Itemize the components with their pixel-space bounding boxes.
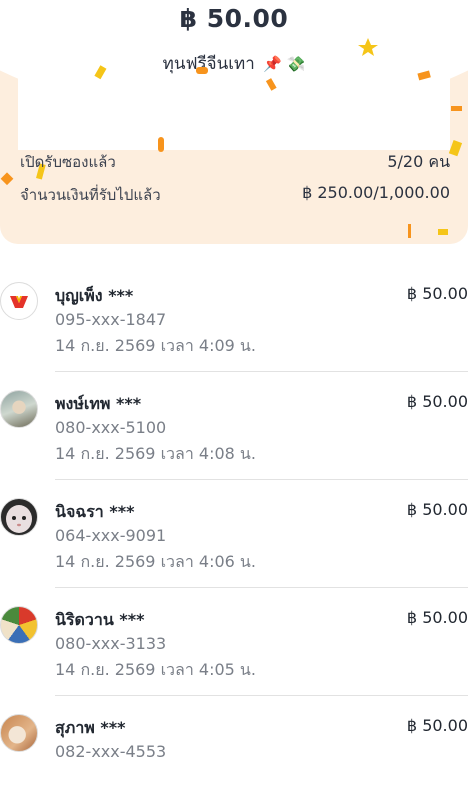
confetti-piece: [0, 172, 14, 186]
recipient-name: บุญเพ็ง ***: [55, 286, 134, 305]
cat-photo-icon: [0, 714, 38, 752]
envelope-summary-panel: ฿ 50.00 ทุนฟรีจีนเทา 📌 💸 เปิดรับซองแล้ว …: [0, 0, 468, 244]
person-photo-icon: [0, 390, 38, 428]
recipient-amount: ฿ 50.00: [406, 500, 468, 519]
recipient-amount: ฿ 50.00: [406, 716, 468, 735]
list-item[interactable]: บุญเพ็ง *** ฿ 50.00 095-xxx-1847 14 ก.ย.…: [0, 270, 468, 378]
recipient-time: 14 ก.ย. 2569 เวลา 4:09 น.: [55, 336, 256, 355]
list-item[interactable]: สุภาพ *** ฿ 50.00 082-xxx-4553: [0, 702, 468, 810]
recipient-phone: 080-xxx-5100: [55, 418, 167, 437]
confetti-piece: [94, 65, 107, 80]
claimed-amount-label: จำนวนเงินที่รับไปแล้ว: [20, 186, 161, 204]
divider: [55, 479, 468, 480]
confetti-piece: [448, 140, 463, 157]
list-item[interactable]: นิริดวาน *** ฿ 50.00 080-xxx-3133 14 ก.ย…: [0, 594, 468, 702]
recipient-amount: ฿ 50.00: [406, 608, 468, 627]
opened-envelopes-value: 5/20 คน: [387, 152, 450, 171]
recipient-time: 14 ก.ย. 2569 เวลา 4:05 น.: [55, 660, 256, 679]
confetti-star-icon: [358, 38, 378, 56]
divider: [55, 695, 468, 696]
claimed-amount-row: จำนวนเงินที่รับไปแล้ว ฿ 250.00/1,000.00: [20, 183, 450, 207]
divider: [55, 371, 468, 372]
recipient-name: สุภาพ ***: [55, 718, 126, 737]
list-item[interactable]: พงษ์เทพ *** ฿ 50.00 080-xxx-5100 14 ก.ย.…: [0, 378, 468, 486]
opened-envelopes-row: เปิดรับซองแล้ว 5/20 คน: [20, 150, 450, 175]
recipient-phone: 064-xxx-9091: [55, 526, 167, 545]
recipient-amount: ฿ 50.00: [406, 392, 468, 411]
recipient-amount: ฿ 50.00: [406, 284, 468, 303]
confetti-decoration: [0, 38, 463, 238]
recipient-time: 14 ก.ย. 2569 เวลา 4:06 น.: [55, 552, 256, 571]
cartoon-avatar-icon: [0, 606, 38, 644]
recipient-time: 14 ก.ย. 2569 เวลา 4:08 น.: [55, 444, 256, 463]
confetti-piece: [451, 106, 462, 111]
list-item[interactable]: นิจฉรา *** ฿ 50.00 064-xxx-9091 14 ก.ย. …: [0, 486, 468, 594]
recipient-phone: 082-xxx-4553: [55, 742, 167, 761]
confetti-piece: [196, 67, 208, 74]
brand-logo-icon: [0, 282, 38, 320]
recipient-phone: 095-xxx-1847: [55, 310, 167, 329]
divider: [55, 587, 468, 588]
recipient-list: บุญเพ็ง *** ฿ 50.00 095-xxx-1847 14 ก.ย.…: [0, 270, 468, 810]
recipient-name: นิจฉรา ***: [55, 502, 135, 521]
confetti-piece: [417, 70, 431, 81]
recipient-name: พงษ์เทพ ***: [55, 394, 142, 413]
opened-envelopes-label: เปิดรับซองแล้ว: [20, 153, 116, 171]
doll-face-icon: [0, 498, 38, 536]
confetti-piece: [265, 78, 277, 91]
recipient-name: นิริดวาน ***: [55, 610, 145, 629]
confetti-piece: [438, 229, 448, 235]
recipient-phone: 080-xxx-3133: [55, 634, 167, 653]
claimed-amount-value: ฿ 250.00/1,000.00: [302, 183, 450, 202]
confetti-piece: [408, 224, 411, 238]
